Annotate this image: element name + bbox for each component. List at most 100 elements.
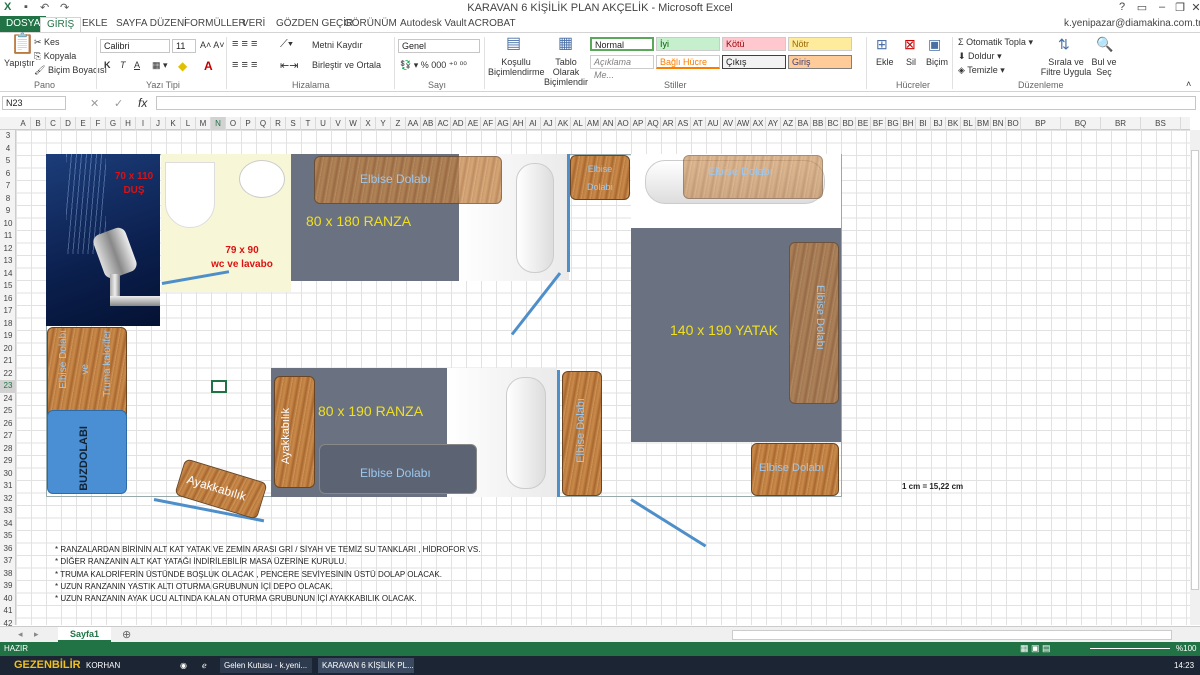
row-header[interactable]: 30: [0, 468, 16, 481]
column-header[interactable]: BL: [961, 117, 976, 130]
horizontal-scrollbar[interactable]: [732, 630, 1172, 640]
column-header[interactable]: BP: [1021, 117, 1061, 130]
column-header[interactable]: K: [166, 117, 181, 130]
insert-function-icon[interactable]: fx: [138, 96, 147, 110]
column-header[interactable]: H: [121, 117, 136, 130]
column-header[interactable]: B: [31, 117, 46, 130]
row-header[interactable]: 20: [0, 343, 16, 356]
row-header[interactable]: 13: [0, 255, 16, 268]
column-header[interactable]: AX: [751, 117, 766, 130]
row-header[interactable]: 6: [0, 168, 16, 181]
delete-button[interactable]: Sil: [906, 57, 916, 67]
column-header[interactable]: AJ: [541, 117, 556, 130]
column-header[interactable]: G: [106, 117, 121, 130]
autosum-button[interactable]: Σ Otomatik Topla ▾: [958, 37, 1033, 48]
style-neutral[interactable]: Nötr: [788, 37, 852, 51]
column-header[interactable]: BM: [976, 117, 991, 130]
sort-filter-icon[interactable]: ⇅: [1058, 37, 1070, 51]
row-header[interactable]: 33: [0, 505, 16, 518]
column-header[interactable]: BK: [946, 117, 961, 130]
format-as-table-button[interactable]: Tablo Olarak Biçimlendir: [542, 57, 590, 87]
column-header[interactable]: S: [286, 117, 301, 130]
column-header[interactable]: AC: [436, 117, 451, 130]
row-header[interactable]: 31: [0, 480, 16, 493]
column-header[interactable]: BE: [856, 117, 871, 130]
column-header[interactable]: L: [181, 117, 196, 130]
format-cells-icon[interactable]: ▣: [928, 37, 941, 51]
grow-font-icon[interactable]: A˄ A˅: [200, 40, 225, 50]
insert-button[interactable]: Ekle: [876, 57, 894, 67]
column-header[interactable]: AP: [631, 117, 646, 130]
column-header[interactable]: U: [316, 117, 331, 130]
row-header[interactable]: 37: [0, 555, 16, 568]
column-header[interactable]: AQ: [646, 117, 661, 130]
tab-page-layout[interactable]: SAYFA DÜZENİ: [116, 17, 187, 32]
style-output[interactable]: Çıkış: [722, 55, 786, 69]
cut-button[interactable]: ✂ Kes: [34, 37, 60, 48]
row-header[interactable]: 32: [0, 493, 16, 506]
underline-button[interactable]: A: [134, 60, 140, 70]
column-header[interactable]: BA: [796, 117, 811, 130]
close-icon[interactable]: ✕: [1186, 1, 1200, 14]
column-header[interactable]: BQ: [1061, 117, 1101, 130]
row-header[interactable]: 38: [0, 568, 16, 581]
column-header[interactable]: T: [301, 117, 316, 130]
column-header[interactable]: F: [91, 117, 106, 130]
style-linked-cell[interactable]: Bağlı Hücre: [656, 55, 720, 69]
column-header[interactable]: N: [211, 117, 226, 130]
font-color-icon[interactable]: A: [204, 59, 213, 73]
row-header[interactable]: 7: [0, 180, 16, 193]
row-header[interactable]: 8: [0, 193, 16, 206]
row-header[interactable]: 35: [0, 530, 16, 543]
row-header[interactable]: 22: [0, 368, 16, 381]
row-header[interactable]: 9: [0, 205, 16, 218]
column-header[interactable]: AL: [571, 117, 586, 130]
row-header[interactable]: 39: [0, 580, 16, 593]
column-header[interactable]: AW: [736, 117, 751, 130]
view-buttons-icon[interactable]: ▦ ▣ ▤: [1020, 643, 1051, 654]
tab-formulas[interactable]: FORMÜLLER: [184, 17, 246, 32]
column-header[interactable]: BC: [826, 117, 841, 130]
column-header[interactable]: BH: [901, 117, 916, 130]
column-header[interactable]: E: [76, 117, 91, 130]
column-header[interactable]: Y: [376, 117, 391, 130]
column-header[interactable]: BN: [991, 117, 1006, 130]
column-header[interactable]: P: [241, 117, 256, 130]
row-header[interactable]: 23: [0, 380, 16, 393]
column-header[interactable]: BG: [886, 117, 901, 130]
row-header[interactable]: 25: [0, 405, 16, 418]
column-header[interactable]: AF: [481, 117, 496, 130]
tab-acrobat[interactable]: ACROBAT: [468, 17, 516, 32]
style-bad[interactable]: Kötü: [722, 37, 786, 51]
wrap-text-button[interactable]: Metni Kaydır: [312, 40, 363, 50]
minimize-icon[interactable]: –: [1152, 1, 1172, 13]
column-header[interactable]: BO: [1006, 117, 1021, 130]
number-format-select[interactable]: Genel: [398, 39, 480, 53]
tab-home[interactable]: GİRİŞ: [40, 17, 82, 32]
row-header[interactable]: 26: [0, 418, 16, 431]
column-header[interactable]: AG: [496, 117, 511, 130]
insert-cells-icon[interactable]: ⊞: [876, 37, 888, 51]
row-header[interactable]: 36: [0, 543, 16, 556]
sort-filter-button[interactable]: Sırala ve Filtre Uygula: [1040, 57, 1092, 77]
borders-icon[interactable]: ▦ ▾: [152, 60, 168, 71]
column-header[interactable]: AZ: [781, 117, 796, 130]
row-header[interactable]: 12: [0, 243, 16, 256]
row-header[interactable]: 41: [0, 605, 16, 618]
column-header[interactable]: AD: [451, 117, 466, 130]
indent-icon[interactable]: ⇤⇥: [280, 59, 298, 72]
add-sheet-icon[interactable]: ⊕: [122, 628, 131, 641]
column-header[interactable]: BD: [841, 117, 856, 130]
orientation-icon[interactable]: ⟋▾: [280, 38, 293, 51]
merge-center-button[interactable]: Birleştir ve Ortala: [312, 60, 381, 70]
format-as-table-icon[interactable]: ▦: [558, 36, 573, 52]
align-left-icon[interactable]: ≡ ≡ ≡: [232, 59, 257, 71]
column-header[interactable]: I: [136, 117, 151, 130]
column-header[interactable]: R: [271, 117, 286, 130]
column-header[interactable]: A: [16, 117, 31, 130]
name-box[interactable]: N23: [2, 96, 66, 110]
style-explanatory[interactable]: Açıklama Me...: [590, 55, 654, 80]
align-top-icon[interactable]: ≡ ≡ ≡: [232, 38, 257, 50]
column-header[interactable]: BS: [1141, 117, 1181, 130]
conditional-format-button[interactable]: Koşullu Biçimlendirme: [488, 57, 545, 77]
